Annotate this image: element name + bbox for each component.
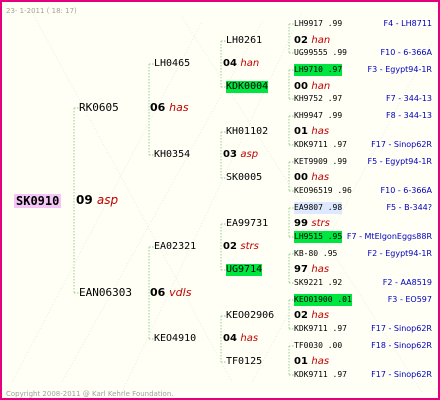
queen-name-gen5[interactable]: KDK9711 .97 (294, 369, 347, 381)
year-value: 00 (294, 81, 308, 92)
queen-year-gen3: 04 has (223, 333, 258, 345)
queen-name-gen3[interactable]: KEO4910 (154, 333, 196, 345)
timestamp-header: 23- 1-2011 ( 18: 17) (6, 7, 77, 15)
origin-reference: F5 - B-344? (386, 203, 432, 212)
queen-name-gen5-highlighted[interactable]: LH9515 .95 (294, 231, 343, 243)
pedigree-connector-lines (11, 11, 433, 393)
queen-year-gen3: 02 strs (223, 241, 259, 253)
queen-name-gen3[interactable]: KH0354 (154, 149, 190, 161)
background-tracery (121, 11, 303, 393)
queen-name-gen4[interactable]: EA99731 (226, 218, 268, 230)
queen-name-gen5[interactable]: UG99555 .99 (294, 47, 347, 59)
background-tracery (31, 11, 233, 383)
queen-name-gen5[interactable]: KET9909 .99 (294, 156, 347, 168)
queen-year-gen4: 00 han (294, 81, 330, 93)
breed-gen2: vdls (169, 286, 192, 299)
year-value: 01 (294, 356, 308, 367)
queen-name-gen5[interactable]: TF0030 .00 (294, 340, 342, 352)
year-value: 04 (223, 333, 237, 344)
queen-name-gen4[interactable]: SK0005 (226, 172, 262, 184)
queen-year-gen4: 00 has (294, 172, 329, 184)
queen-name-gen4-highlighted[interactable]: UG9714 (226, 264, 263, 276)
queen-year-gen4: 02 has (294, 310, 329, 322)
queen-year-root: 09 asp (76, 194, 118, 206)
origin-reference: F3 - Egypt94-1R (367, 65, 432, 74)
breed-gen4: has (311, 126, 330, 137)
year-value: 09 (76, 193, 93, 207)
breed-gen4: has (311, 264, 330, 275)
breed-gen4: han (311, 35, 331, 46)
pedigree-panel: 23- 1-2011 ( 18: 17) SK0910 09 asp RK060… (0, 0, 440, 400)
origin-reference: F17 - Sinop62R (371, 140, 432, 149)
queen-name-gen2[interactable]: EAN06303 (79, 287, 132, 299)
breed-gen4: has (311, 356, 330, 367)
year-value: 04 (223, 58, 237, 69)
queen-year-gen2: 06 has (150, 102, 189, 114)
queen-name-gen4[interactable]: LH0261 (226, 35, 262, 47)
origin-reference: F17 - Sinop62R (371, 370, 432, 379)
queen-name-gen5-highlighted[interactable]: EA9807 .98 (294, 202, 343, 214)
queen-name-gen4[interactable]: TF0125 (226, 356, 262, 368)
year-value: 02 (294, 310, 308, 321)
year-value: 99 (294, 218, 308, 229)
queen-name-gen5-highlighted[interactable]: LH9710 .97 (294, 64, 343, 76)
queen-name-gen3[interactable]: LH0465 (154, 58, 190, 70)
breed-gen3: strs (240, 241, 259, 252)
queen-year-gen2: 06 vdls (150, 287, 191, 299)
breed-gen3: has (240, 333, 259, 344)
queen-name-gen5[interactable]: KB-80 .95 (294, 248, 337, 260)
queen-year-gen4: 01 has (294, 126, 329, 138)
queen-year-gen4: 02 han (294, 35, 330, 47)
breed-gen3: asp (240, 149, 259, 160)
origin-reference: F3 - EO597 (387, 295, 432, 304)
year-value: 97 (294, 264, 308, 275)
origin-reference: F17 - Sinop62R (371, 324, 432, 333)
breed-gen4: has (311, 172, 330, 183)
year-value: 06 (150, 101, 166, 114)
origin-reference: F2 - AA8519 (382, 278, 432, 287)
queen-year-gen4: 01 has (294, 356, 329, 368)
breed-gen4: has (311, 310, 330, 321)
origin-reference: F10 - 6-366A (380, 186, 432, 195)
year-value: 02 (294, 35, 308, 46)
queen-name-gen5[interactable]: KH9752 .97 (294, 93, 342, 105)
origin-reference: F18 - Sinop62R (371, 341, 432, 350)
queen-name-gen3[interactable]: EA02321 (154, 241, 196, 253)
breed-gen3: han (240, 58, 260, 69)
breed-root: asp (96, 193, 119, 207)
year-value: 02 (223, 241, 237, 252)
queen-year-gen4: 99 strs (294, 218, 330, 230)
origin-reference: F10 - 6-366A (380, 48, 432, 57)
queen-name-gen5[interactable]: KDK9711 .97 (294, 323, 347, 335)
queen-year-gen3: 03 asp (223, 149, 258, 161)
origin-reference: F2 - Egypt94-1R (367, 249, 432, 258)
breed-gen2: has (169, 101, 189, 114)
year-value: 06 (150, 286, 166, 299)
queen-name-gen5[interactable]: LH9917 .99 (294, 18, 342, 30)
origin-reference: F7 - MtElgonEggs88R (346, 232, 432, 241)
year-value: 01 (294, 126, 308, 137)
breed-gen4: han (311, 81, 331, 92)
queen-name-gen2[interactable]: RK0605 (79, 102, 119, 114)
queen-name-gen5[interactable]: KH9947 .99 (294, 110, 342, 122)
queen-name-gen5[interactable]: KEO96519 .96 (294, 185, 352, 197)
year-value: 03 (223, 149, 237, 160)
queen-name-gen5[interactable]: KDK9711 .97 (294, 139, 347, 151)
breed-gen4: strs (311, 218, 330, 229)
queen-name-gen4[interactable]: KEO02906 (226, 310, 274, 322)
queen-year-gen4: 97 has (294, 264, 329, 276)
queen-name-gen4-highlighted[interactable]: KDK0004 (226, 81, 269, 93)
queen-name-root[interactable]: SK0910 (14, 194, 62, 208)
queen-name-gen5-highlighted[interactable]: KEO01900 .01 (294, 294, 352, 306)
origin-reference: F8 - 344-13 (386, 111, 432, 120)
copyright-footer: Copyright 2008-2011 @ Karl Kehrle Founda… (6, 390, 174, 398)
origin-reference: F4 - LH8711 (383, 19, 433, 28)
origin-reference: F7 - 344-13 (386, 94, 432, 103)
year-value: 00 (294, 172, 308, 183)
queen-year-gen3: 04 han (223, 58, 259, 70)
queen-name-gen4[interactable]: KH01102 (226, 126, 268, 138)
origin-reference: F5 - Egypt94-1R (367, 157, 432, 166)
queen-name-gen5[interactable]: SK9221 .92 (294, 277, 342, 289)
